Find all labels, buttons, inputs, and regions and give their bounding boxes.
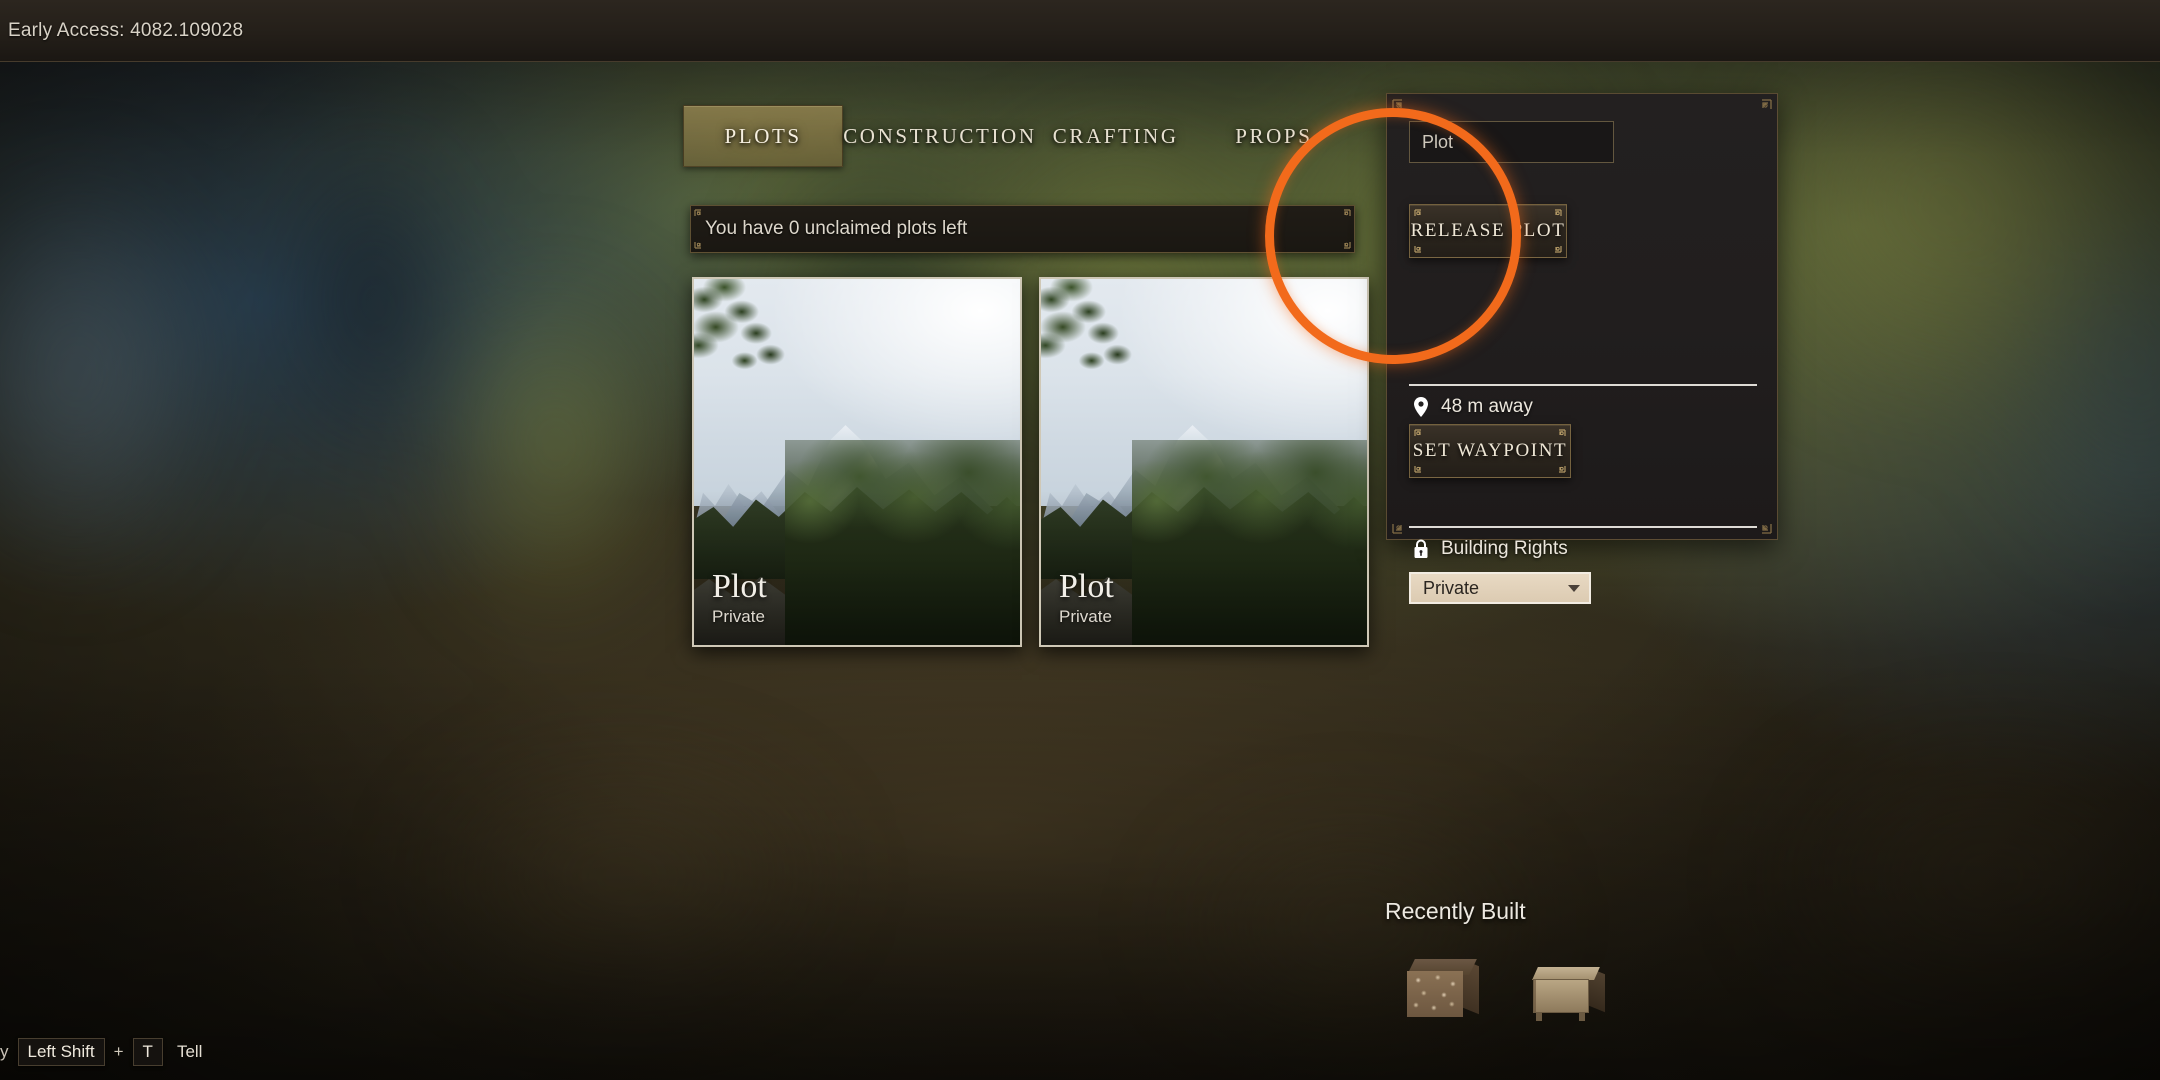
ornament-corner-icon bbox=[1335, 233, 1351, 249]
knotwork-corner-icon bbox=[1547, 209, 1562, 224]
knotwork-corner-icon bbox=[1547, 238, 1562, 253]
map-pin-icon bbox=[1414, 397, 1428, 417]
knotwork-corner-icon bbox=[1414, 458, 1429, 473]
chest-body-icon bbox=[1533, 979, 1589, 1013]
keybind-hint: y Left Shift + T Tell bbox=[0, 1038, 202, 1066]
chest-leg-icon bbox=[1579, 1013, 1585, 1021]
plot-card-caption: Plot Private bbox=[712, 569, 767, 627]
knotwork-corner-icon bbox=[1551, 458, 1566, 473]
top-version-bar: Early Access: 4082.109028 bbox=[0, 0, 2160, 62]
ornament-corner-icon bbox=[1392, 512, 1414, 534]
set-waypoint-label: SET WAYPOINT bbox=[1412, 440, 1568, 461]
version-label: Early Access: 4082.109028 bbox=[8, 19, 244, 41]
thumbnail-branch bbox=[1041, 279, 1178, 426]
building-rights-label: Building Rights bbox=[1441, 538, 1568, 559]
unclaimed-plots-banner: You have 0 unclaimed plots left bbox=[690, 205, 1355, 253]
knotwork-corner-icon bbox=[1414, 209, 1429, 224]
ornament-corner-icon bbox=[1750, 512, 1772, 534]
chevron-down-icon bbox=[1568, 584, 1580, 592]
chest-leg-icon bbox=[1536, 1013, 1542, 1021]
recently-built-heading: Recently Built bbox=[1385, 898, 1526, 924]
release-plot-button[interactable]: RELEASE PLOT bbox=[1409, 204, 1567, 258]
main-tab-bar: PLOTS CONSTRUCTION CRAFTING PROPS bbox=[683, 105, 1353, 167]
distance-row: 48 m away bbox=[1411, 396, 1533, 418]
hint-action-label: Tell bbox=[176, 1042, 203, 1061]
plot-card-name: Plot bbox=[712, 568, 767, 606]
panel-divider bbox=[1409, 384, 1757, 386]
plot-name-value: Plot bbox=[1422, 131, 1454, 152]
building-rights-row: Building Rights bbox=[1411, 538, 1568, 560]
tab-crafting[interactable]: CRAFTING bbox=[1037, 105, 1195, 167]
building-rights-select[interactable]: Private bbox=[1409, 572, 1591, 604]
thumbnail-branch bbox=[694, 279, 831, 426]
log-pile-face-icon bbox=[1407, 971, 1463, 1017]
release-plot-label: RELEASE PLOT bbox=[1410, 220, 1566, 241]
ornament-corner-icon bbox=[1750, 99, 1772, 121]
recently-built-item-log-pile[interactable] bbox=[1407, 953, 1487, 1025]
tab-plots[interactable]: PLOTS bbox=[683, 105, 844, 167]
set-waypoint-button[interactable]: SET WAYPOINT bbox=[1409, 424, 1571, 478]
knotwork-corner-icon bbox=[1551, 429, 1566, 444]
plot-card-caption: Plot Private bbox=[1059, 569, 1114, 627]
tab-props[interactable]: PROPS bbox=[1195, 105, 1353, 167]
tab-construction[interactable]: CONSTRUCTION bbox=[843, 105, 1036, 167]
knotwork-corner-icon bbox=[1414, 429, 1429, 444]
building-rights-value: Private bbox=[1423, 577, 1480, 598]
plot-name-input[interactable]: Plot bbox=[1409, 121, 1614, 163]
ornament-corner-icon bbox=[1392, 99, 1414, 121]
plot-card-privacy: Private bbox=[1059, 607, 1112, 626]
key-plus-sign: + bbox=[113, 1042, 124, 1061]
plot-card-name: Plot bbox=[1059, 568, 1114, 606]
key-left-shift: Left Shift bbox=[17, 1038, 105, 1066]
ornament-corner-icon bbox=[694, 233, 710, 249]
key-t: T bbox=[132, 1038, 163, 1066]
panel-divider bbox=[1409, 526, 1757, 528]
banner-message: You have 0 unclaimed plots left bbox=[705, 218, 968, 239]
lock-icon bbox=[1414, 539, 1428, 558]
plot-card-privacy: Private bbox=[712, 607, 765, 626]
distance-value: 48 m away bbox=[1441, 396, 1533, 417]
ornament-corner-icon bbox=[1335, 209, 1351, 225]
plot-card[interactable]: Plot Private bbox=[692, 277, 1022, 647]
recently-built-items bbox=[1385, 953, 1715, 1025]
plot-detail-panel: Plot RELEASE PLOT 48 m away SET WAYPOINT… bbox=[1386, 93, 1778, 604]
recently-built-section: Recently Built bbox=[1385, 898, 1715, 1025]
ornament-corner-icon bbox=[694, 209, 710, 225]
plot-card[interactable]: Plot Private bbox=[1039, 277, 1369, 647]
recently-built-item-chest[interactable] bbox=[1532, 953, 1613, 1025]
hint-prefix-text: y bbox=[0, 1042, 9, 1061]
plot-card-grid: Plot Private Plot Private bbox=[692, 277, 1369, 647]
knotwork-corner-icon bbox=[1414, 238, 1429, 253]
